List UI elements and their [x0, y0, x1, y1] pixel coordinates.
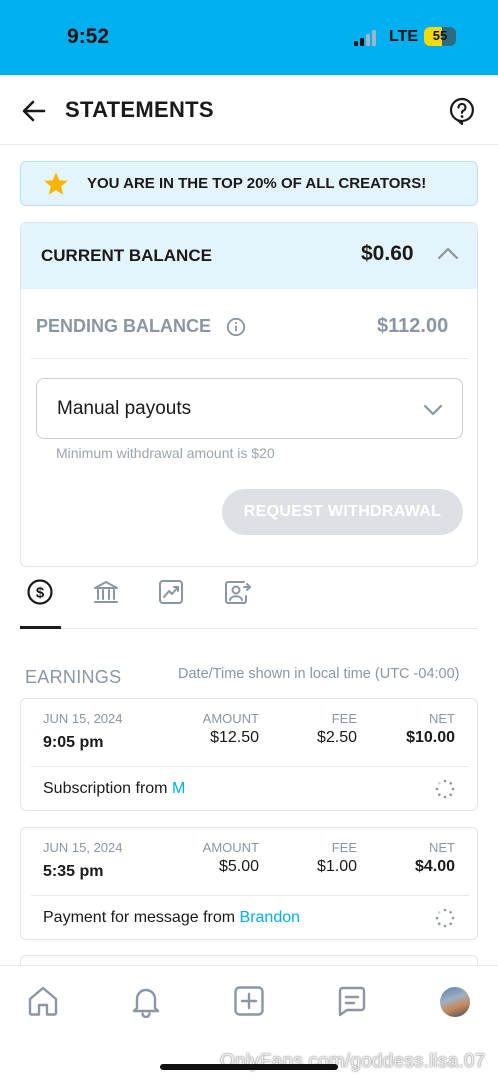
chart-icon — [159, 580, 183, 604]
network-type: LTE — [389, 28, 419, 45]
svg-text:$: $ — [36, 585, 45, 602]
current-balance-label: CURRENT BALANCE — [41, 246, 212, 265]
earning-description: Subscription from M — [43, 780, 185, 798]
page-title: STATEMENTS — [65, 97, 214, 122]
timezone-note: Date/Time shown in local time (UTC -04:0… — [178, 666, 460, 682]
top-creators-banner: YOU ARE IN THE TOP 20% OF ALL CREATORS! — [20, 161, 478, 206]
net-header: NET — [429, 840, 455, 855]
earning-item[interactable]: JUN 15, 2024 9:05 pm AMOUNT $12.50 FEE $… — [20, 698, 478, 811]
payout-mode-value: Manual payouts — [57, 398, 192, 419]
plus-square-icon[interactable] — [232, 984, 266, 1018]
amount-header: AMOUNT — [202, 711, 259, 726]
active-tab-indicator — [20, 626, 61, 629]
arrow-left-icon[interactable] — [20, 97, 48, 125]
question-circle-icon[interactable] — [449, 97, 475, 125]
fee-header: FEE — [331, 840, 357, 855]
loading-spinner-icon — [435, 779, 455, 799]
statement-tabs: $ — [20, 575, 478, 629]
earning-time: 5:35 pm — [43, 863, 104, 880]
info-icon[interactable] — [226, 317, 246, 337]
earning-description-text: Payment for message from — [43, 909, 240, 926]
loading-spinner-icon — [435, 908, 455, 928]
divider — [31, 358, 469, 359]
earning-date: JUN 15, 2024 — [43, 840, 123, 855]
earning-fee: $1.00 — [316, 858, 357, 875]
home-icon[interactable] — [26, 984, 60, 1018]
earning-description-text: Subscription from — [43, 780, 172, 797]
bell-icon[interactable] — [129, 984, 163, 1018]
current-balance-header[interactable]: CURRENT BALANCE $0.60 — [21, 223, 477, 289]
balance-card: CURRENT BALANCE $0.60 PENDING BALANCE $1… — [20, 222, 478, 567]
star-icon — [44, 172, 68, 195]
earning-time: 9:05 pm — [43, 734, 104, 751]
banner-text: YOU ARE IN THE TOP 20% OF ALL CREATORS! — [87, 175, 427, 192]
status-bar: 9:52 LTE 55 — [0, 0, 498, 75]
home-indicator[interactable] — [160, 1064, 338, 1070]
earning-sender-link[interactable]: M — [172, 780, 185, 797]
fee-header: FEE — [331, 711, 357, 726]
bottom-nav: OnlyFans.com/goddess.lisa.07 — [0, 965, 498, 1080]
earning-date: JUN 15, 2024 — [43, 711, 123, 726]
earning-amount: $12.50 — [210, 729, 259, 746]
payout-mode-select[interactable]: Manual payouts — [36, 378, 463, 439]
chevron-down-icon — [423, 404, 443, 416]
status-time: 9:52 — [67, 25, 110, 48]
pending-balance-label: PENDING BALANCE — [36, 316, 212, 336]
message-icon[interactable] — [335, 984, 369, 1018]
pending-balance-value: $112.00 — [377, 315, 449, 337]
signal-icon — [354, 30, 380, 46]
tab-statistics[interactable] — [151, 575, 191, 629]
chevron-up-icon[interactable] — [437, 245, 459, 261]
earning-net: $4.00 — [414, 858, 455, 875]
earning-fee: $2.50 — [316, 729, 357, 746]
earning-item[interactable]: JUN 15, 2024 5:35 pm AMOUNT $5.00 FEE $1… — [20, 827, 478, 940]
bank-icon — [94, 581, 118, 603]
minimum-withdrawal-note: Minimum withdrawal amount is $20 — [56, 445, 275, 461]
tab-referrals[interactable] — [217, 575, 257, 629]
page-header: STATEMENTS — [0, 75, 498, 145]
tab-bank[interactable] — [86, 575, 126, 629]
request-withdrawal-button[interactable]: REQUEST WITHDRAWAL — [222, 489, 463, 535]
earning-sender-link[interactable]: Brandon — [240, 909, 301, 926]
earning-description: Payment for message from Brandon — [43, 909, 300, 927]
divider — [31, 766, 469, 767]
avatar[interactable] — [440, 987, 470, 1017]
dollar-circle-icon: $ — [27, 579, 53, 605]
battery-icon: 55 — [424, 27, 456, 46]
user-transfer-icon — [225, 581, 251, 604]
tab-earnings[interactable]: $ — [20, 575, 61, 629]
earning-amount: $5.00 — [218, 858, 259, 875]
amount-header: AMOUNT — [202, 840, 259, 855]
divider — [31, 895, 469, 896]
current-balance-value: $0.60 — [361, 242, 414, 265]
net-header: NET — [429, 711, 455, 726]
earning-net: $10.00 — [406, 729, 455, 746]
battery-percent: 55 — [432, 28, 448, 43]
earnings-label: EARNINGS — [25, 667, 122, 687]
